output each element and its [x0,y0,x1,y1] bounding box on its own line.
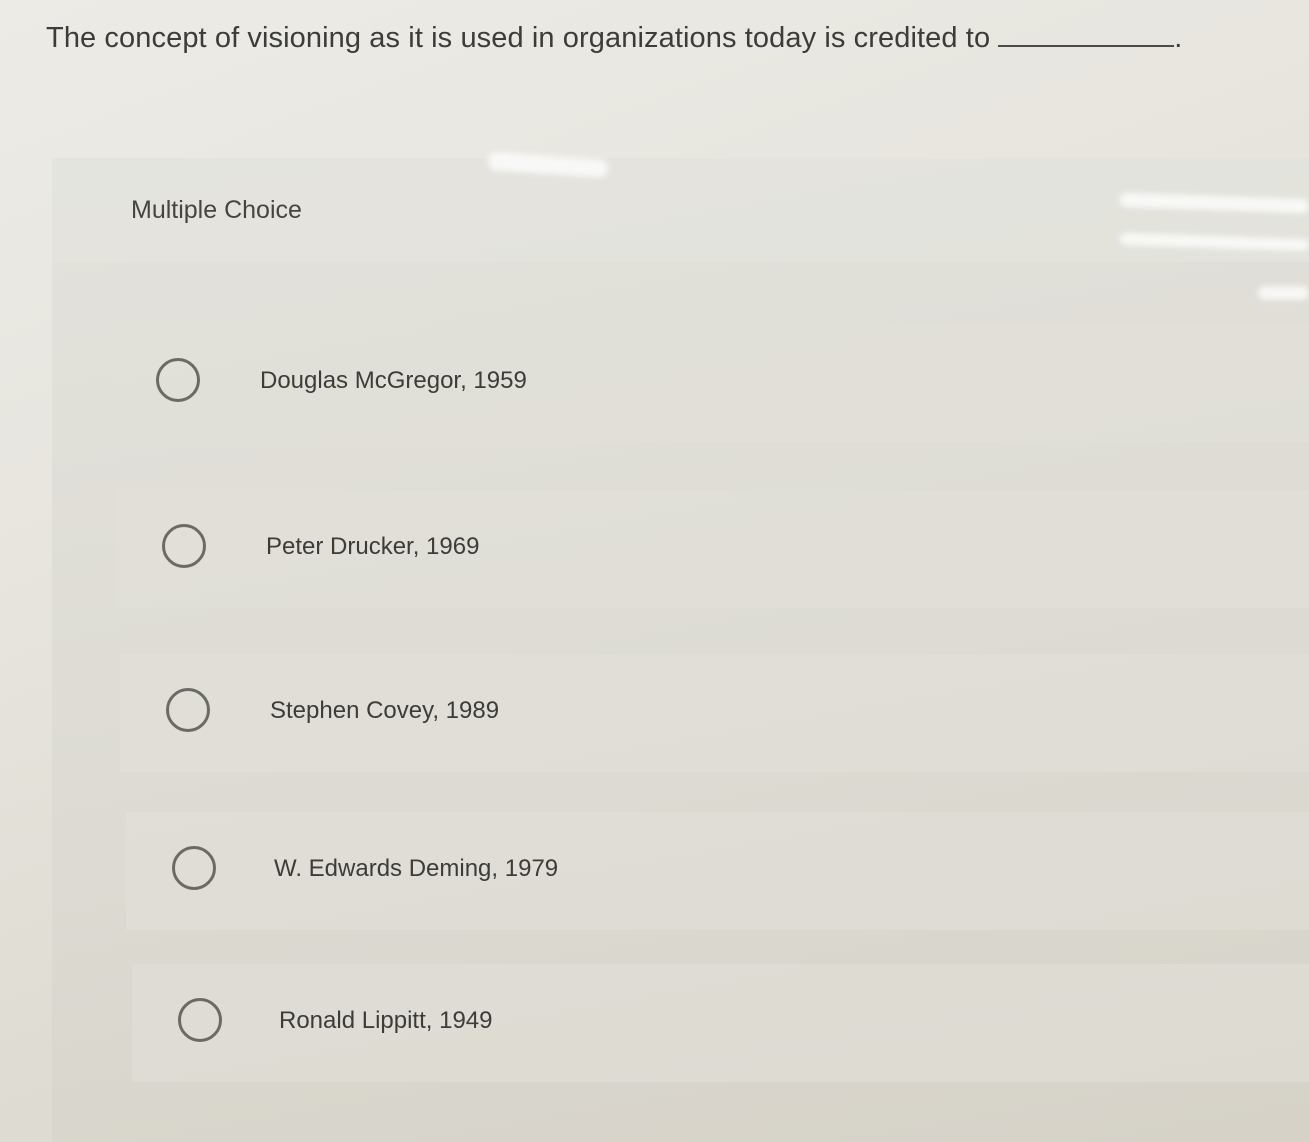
option-label: Peter Drucker, 1969 [266,533,480,560]
panel-header: Multiple Choice [52,158,1309,262]
radio-button[interactable] [178,998,222,1042]
question-text: The concept of visioning as it is used i… [46,22,991,54]
radio-button[interactable] [162,524,206,568]
option-peter-drucker[interactable]: Peter Drucker, 1969 [116,490,1309,608]
option-label: W. Edwards Deming, 1979 [274,855,559,882]
option-label: Ronald Lippitt, 1949 [279,1007,493,1034]
option-label: Douglas McGregor, 1959 [260,367,527,394]
section-title: Multiple Choice [131,196,302,224]
radio-button[interactable] [172,846,216,890]
radio-button[interactable] [156,358,200,402]
option-stephen-covey[interactable]: Stephen Covey, 1989 [120,654,1309,772]
radio-button[interactable] [166,688,210,732]
multiple-choice-panel: Multiple Choice Douglas McGregor, 1959 P… [52,151,1309,1142]
screen-glare [1258,286,1309,300]
option-label: Stephen Covey, 1989 [270,697,500,724]
option-ronald-lippitt[interactable]: Ronald Lippitt, 1949 [132,964,1309,1082]
question-end-punct: . [1174,22,1183,54]
option-w-edwards-deming[interactable]: W. Edwards Deming, 1979 [126,812,1309,930]
question-text-container: The concept of visioning as it is used i… [46,22,1182,55]
answer-blank [998,23,1175,47]
option-douglas-mcgregor[interactable]: Douglas McGregor, 1959 [110,324,1309,442]
